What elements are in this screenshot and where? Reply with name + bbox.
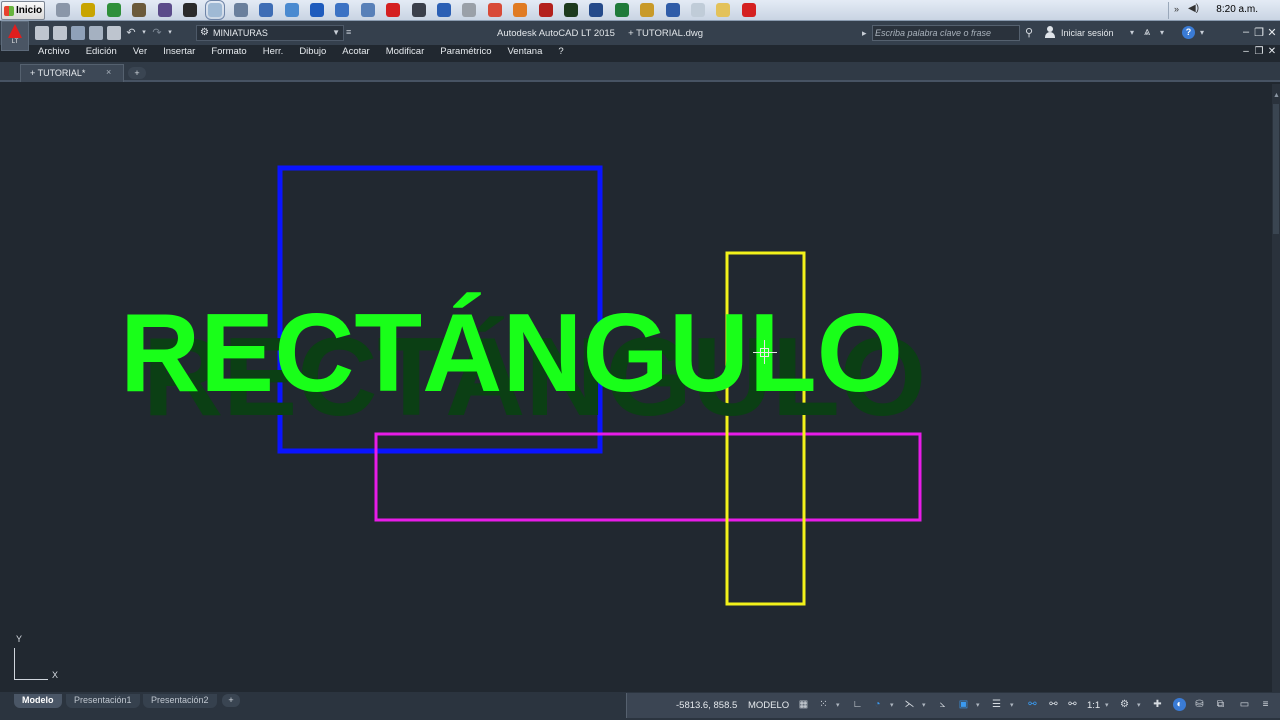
- polar-dropdown-icon[interactable]: ▾: [890, 701, 894, 709]
- vertical-scrollbar[interactable]: ▲: [1272, 84, 1280, 692]
- tab-presentacion2[interactable]: Presentación2: [143, 694, 217, 708]
- tab-presentacion1[interactable]: Presentación1: [66, 694, 140, 708]
- magenta-rectangle[interactable]: [374, 432, 922, 522]
- auto-scale-icon[interactable]: ⚯: [1047, 698, 1060, 711]
- pickbox: [760, 348, 769, 357]
- polar-tracking-icon[interactable]: ◔: [871, 698, 884, 711]
- grid-icon[interactable]: ▦: [797, 698, 810, 711]
- snap-icon[interactable]: ⁙: [817, 698, 830, 711]
- ucs-x-axis: [14, 679, 48, 680]
- clean-screen-icon[interactable]: ⧉: [1214, 698, 1227, 711]
- annotation-monitor-icon[interactable]: ✚: [1151, 698, 1164, 711]
- hardware-acceleration-icon[interactable]: ⛁: [1193, 698, 1206, 711]
- isodraft-icon[interactable]: ⦣: [936, 698, 949, 711]
- scale-dropdown-icon[interactable]: ▾: [1105, 701, 1109, 709]
- ortho-icon[interactable]: ∟: [851, 698, 864, 711]
- osnap-dropdown-icon[interactable]: ▾: [976, 701, 980, 709]
- workspace-switch-icon[interactable]: ⚙: [1118, 698, 1131, 711]
- annotation-scale-icon[interactable]: ⚯: [1066, 698, 1079, 711]
- tab-modelo[interactable]: Modelo: [14, 694, 62, 708]
- customize-statusbar-icon[interactable]: ≡: [1259, 698, 1272, 711]
- fullscreen-icon[interactable]: ▭: [1238, 698, 1251, 711]
- annotation-visibility-icon[interactable]: ⚯: [1026, 698, 1039, 711]
- annotation-scale-value[interactable]: 1:1: [1087, 700, 1100, 711]
- lineweight-dropdown-icon[interactable]: ▾: [1010, 701, 1014, 709]
- lineweight-icon[interactable]: ☰: [990, 698, 1003, 711]
- model-space-toggle[interactable]: MODELO: [748, 700, 789, 711]
- tracking-dropdown-icon[interactable]: ▾: [922, 701, 926, 709]
- snap-dropdown-icon[interactable]: ▾: [836, 701, 840, 709]
- ucs-y-axis: [14, 648, 15, 680]
- scroll-up-icon[interactable]: ▲: [1273, 92, 1280, 99]
- workspace-switch-dropdown-icon[interactable]: ▾: [1137, 701, 1141, 709]
- autocad-window: Inicio » ◀) 8:20 a.m. LT ↶ ▾ ↷ ▾ ⚙ MINIA…: [0, 0, 1280, 720]
- object-snap-tracking-icon[interactable]: ⋋: [903, 698, 916, 711]
- add-layout-button[interactable]: +: [222, 694, 240, 707]
- coordinates-readout[interactable]: -5813.6, 858.5: [676, 700, 737, 711]
- scroll-thumb[interactable]: [1273, 104, 1279, 234]
- ucs-x-label: X: [52, 670, 59, 680]
- overlay-title: RECTÁNGULO: [120, 291, 904, 415]
- object-snap-icon[interactable]: ▣: [957, 698, 970, 711]
- ucs-y-label: Y: [16, 634, 23, 644]
- isolate-objects-icon[interactable]: ◐: [1173, 698, 1186, 711]
